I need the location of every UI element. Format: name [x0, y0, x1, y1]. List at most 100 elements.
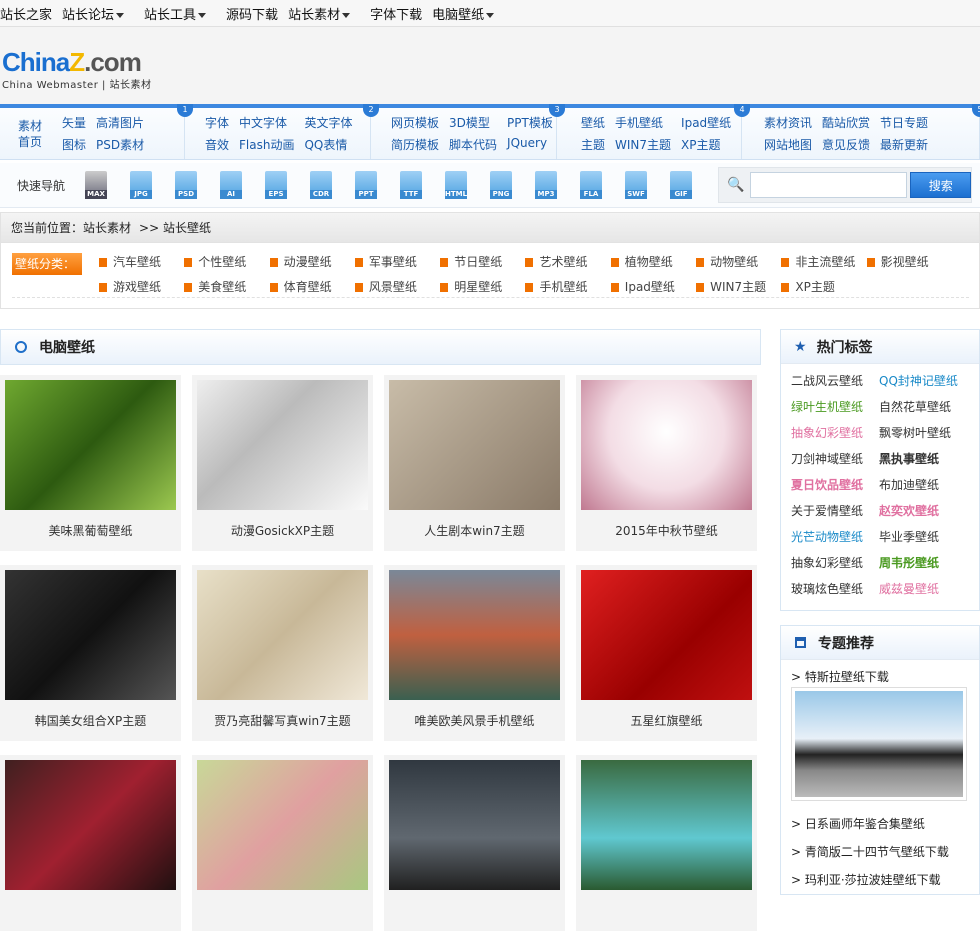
nav-link[interactable]: 脚本代码	[449, 136, 497, 153]
search-input[interactable]	[750, 172, 908, 198]
nav-link[interactable]: 高清图片	[96, 114, 144, 131]
nav-link[interactable]: 简历模板	[391, 136, 439, 153]
wallpaper-card[interactable]: 动漫GosickXP主题	[192, 375, 373, 551]
wallpaper-card[interactable]: 人生剧本win7主题	[384, 375, 565, 551]
hot-tag-link[interactable]: 刀剑神域壁纸	[791, 450, 879, 468]
wallpaper-title[interactable]	[576, 891, 757, 931]
nav-link[interactable]: JQuery	[507, 136, 553, 153]
nav-link[interactable]: PSD素材	[96, 136, 144, 153]
nav-link[interactable]: 主题	[581, 136, 605, 153]
hot-tag-link[interactable]: 毕业季壁纸	[879, 528, 979, 546]
nav-link[interactable]: 网站地图	[764, 136, 812, 153]
category-link[interactable]: 植物壁纸	[610, 253, 696, 270]
breadcrumb-current[interactable]: >> 站长壁纸	[139, 219, 211, 236]
wallpaper-card[interactable]	[192, 755, 373, 931]
hot-tag-link[interactable]: 自然花草壁纸	[879, 398, 979, 416]
wallpaper-title[interactable]: 动漫GosickXP主题	[192, 511, 373, 551]
special-link[interactable]: > 青简版二十四节气壁纸下载	[791, 843, 969, 860]
wallpaper-card[interactable]	[576, 755, 757, 931]
top-nav-item[interactable]: 源码下载	[226, 4, 278, 23]
category-link[interactable]: 游戏壁纸	[99, 278, 184, 295]
hot-tag-link[interactable]: 抽象幻彩壁纸	[791, 424, 879, 442]
wallpaper-title[interactable]: 美味黑葡萄壁纸	[0, 511, 181, 551]
wallpaper-thumbnail[interactable]	[581, 570, 752, 700]
hot-tag-link[interactable]: 周韦彤壁纸	[879, 554, 979, 572]
wallpaper-card[interactable]: 贾乃亮甜馨写真win7主题	[192, 565, 373, 741]
nav-link[interactable]: PPT模板	[507, 114, 553, 131]
nav-link[interactable]: 网页模板	[391, 114, 439, 131]
category-link[interactable]: 军事壁纸	[354, 253, 440, 270]
top-nav-item[interactable]: 站长工具	[144, 4, 216, 23]
wallpaper-thumbnail[interactable]	[389, 760, 560, 890]
hot-tag-link[interactable]: 布加迪壁纸	[879, 476, 979, 494]
top-nav-item[interactable]: 电脑壁纸	[432, 4, 504, 23]
hot-tag-link[interactable]: QQ封神记壁纸	[879, 372, 979, 390]
nav-link[interactable]: 中文字体	[239, 114, 294, 131]
ppt-file-icon[interactable]: PPT	[355, 171, 378, 199]
category-link[interactable]: 动物壁纸	[696, 253, 781, 270]
wallpaper-title[interactable]: 人生剧本win7主题	[384, 511, 565, 551]
special-link[interactable]: > 玛利亚·莎拉波娃壁纸下载	[791, 871, 969, 888]
eps-file-icon[interactable]: EPS	[265, 171, 288, 199]
nav-link[interactable]: WIN7主题	[615, 136, 671, 153]
nav-link[interactable]: Flash动画	[239, 136, 294, 153]
nav-link[interactable]: 酷站欣赏	[822, 114, 870, 131]
wallpaper-title[interactable]: 五星红旗壁纸	[576, 701, 757, 741]
wallpaper-thumbnail[interactable]	[581, 380, 752, 510]
hot-tag-link[interactable]: 抽象幻彩壁纸	[791, 554, 879, 572]
hot-tag-link[interactable]: 黑执事壁纸	[879, 450, 979, 468]
wallpaper-title[interactable]: 唯美欧美风景手机壁纸	[384, 701, 565, 741]
nav-link[interactable]: 图标	[62, 136, 86, 153]
nav-link[interactable]: XP主题	[681, 136, 731, 153]
nav-link-home[interactable]: 素材首页	[18, 118, 42, 150]
category-link[interactable]: WIN7主题	[696, 278, 781, 295]
swf-file-icon[interactable]: SWF	[625, 171, 648, 199]
wallpaper-thumbnail[interactable]	[5, 380, 176, 510]
breadcrumb-link[interactable]: 站长素材	[83, 219, 131, 236]
category-link[interactable]: 汽车壁纸	[99, 253, 184, 270]
category-link[interactable]: 艺术壁纸	[525, 253, 610, 270]
category-link[interactable]: 节日壁纸	[440, 253, 525, 270]
category-link[interactable]: 手机壁纸	[525, 278, 610, 295]
hot-tag-link[interactable]: 绿叶生机壁纸	[791, 398, 879, 416]
category-link[interactable]: 风景壁纸	[354, 278, 440, 295]
wallpaper-thumbnail[interactable]	[389, 570, 560, 700]
wallpaper-card[interactable]	[0, 755, 181, 931]
chinaz-logo[interactable]: ChinaZ.com China Webmaster | 站长素材	[2, 47, 152, 91]
wallpaper-thumbnail[interactable]	[5, 760, 176, 890]
wallpaper-thumbnail[interactable]	[5, 570, 176, 700]
category-link[interactable]: 动漫壁纸	[269, 253, 355, 270]
nav-link[interactable]: 意见反馈	[822, 136, 870, 153]
hot-tag-link[interactable]: 光芒动物壁纸	[791, 528, 879, 546]
mp3-file-icon[interactable]: MP3	[535, 171, 558, 199]
hot-tag-link[interactable]: 飘零树叶壁纸	[879, 424, 979, 442]
search-button[interactable]: 搜索	[910, 172, 971, 198]
png-file-icon[interactable]: PNG	[490, 171, 513, 199]
hot-tag-link[interactable]: 赵奕欢壁纸	[879, 502, 979, 520]
top-nav-item[interactable]: 站长之家	[0, 4, 52, 23]
nav-link[interactable]: 节日专题	[880, 114, 928, 131]
category-link[interactable]: 体育壁纸	[269, 278, 355, 295]
category-link[interactable]: XP主题	[781, 278, 866, 295]
top-nav-item[interactable]: 站长素材	[288, 4, 360, 23]
html-file-icon[interactable]: HTML	[445, 171, 467, 199]
nav-link[interactable]: 字体	[205, 114, 229, 131]
nav-link[interactable]: 素材资讯	[764, 114, 812, 131]
top-nav-item[interactable]: 字体下载	[370, 4, 422, 23]
wallpaper-title[interactable]	[0, 891, 181, 931]
wallpaper-title[interactable]: 韩国美女组合XP主题	[0, 701, 181, 741]
wallpaper-card[interactable]: 唯美欧美风景手机壁纸	[384, 565, 565, 741]
special-link[interactable]: > 日系画师年鉴合集壁纸	[791, 815, 969, 832]
category-link[interactable]: Ipad壁纸	[610, 278, 696, 295]
nav-link[interactable]: 最新更新	[880, 136, 928, 153]
nav-link[interactable]: 手机壁纸	[615, 114, 671, 131]
nav-link[interactable]: 音效	[205, 136, 229, 153]
hot-tag-link[interactable]: 二战风云壁纸	[791, 372, 879, 390]
hot-tag-link[interactable]: 关于爱情壁纸	[791, 502, 879, 520]
fla-file-icon[interactable]: FLA	[580, 171, 603, 199]
max-file-icon[interactable]: MAX	[85, 171, 108, 199]
wallpaper-thumbnail[interactable]	[197, 760, 368, 890]
top-nav-item[interactable]: 站长论坛	[62, 4, 134, 23]
nav-link[interactable]: 3D模型	[449, 114, 497, 131]
category-link[interactable]: 明星壁纸	[440, 278, 525, 295]
